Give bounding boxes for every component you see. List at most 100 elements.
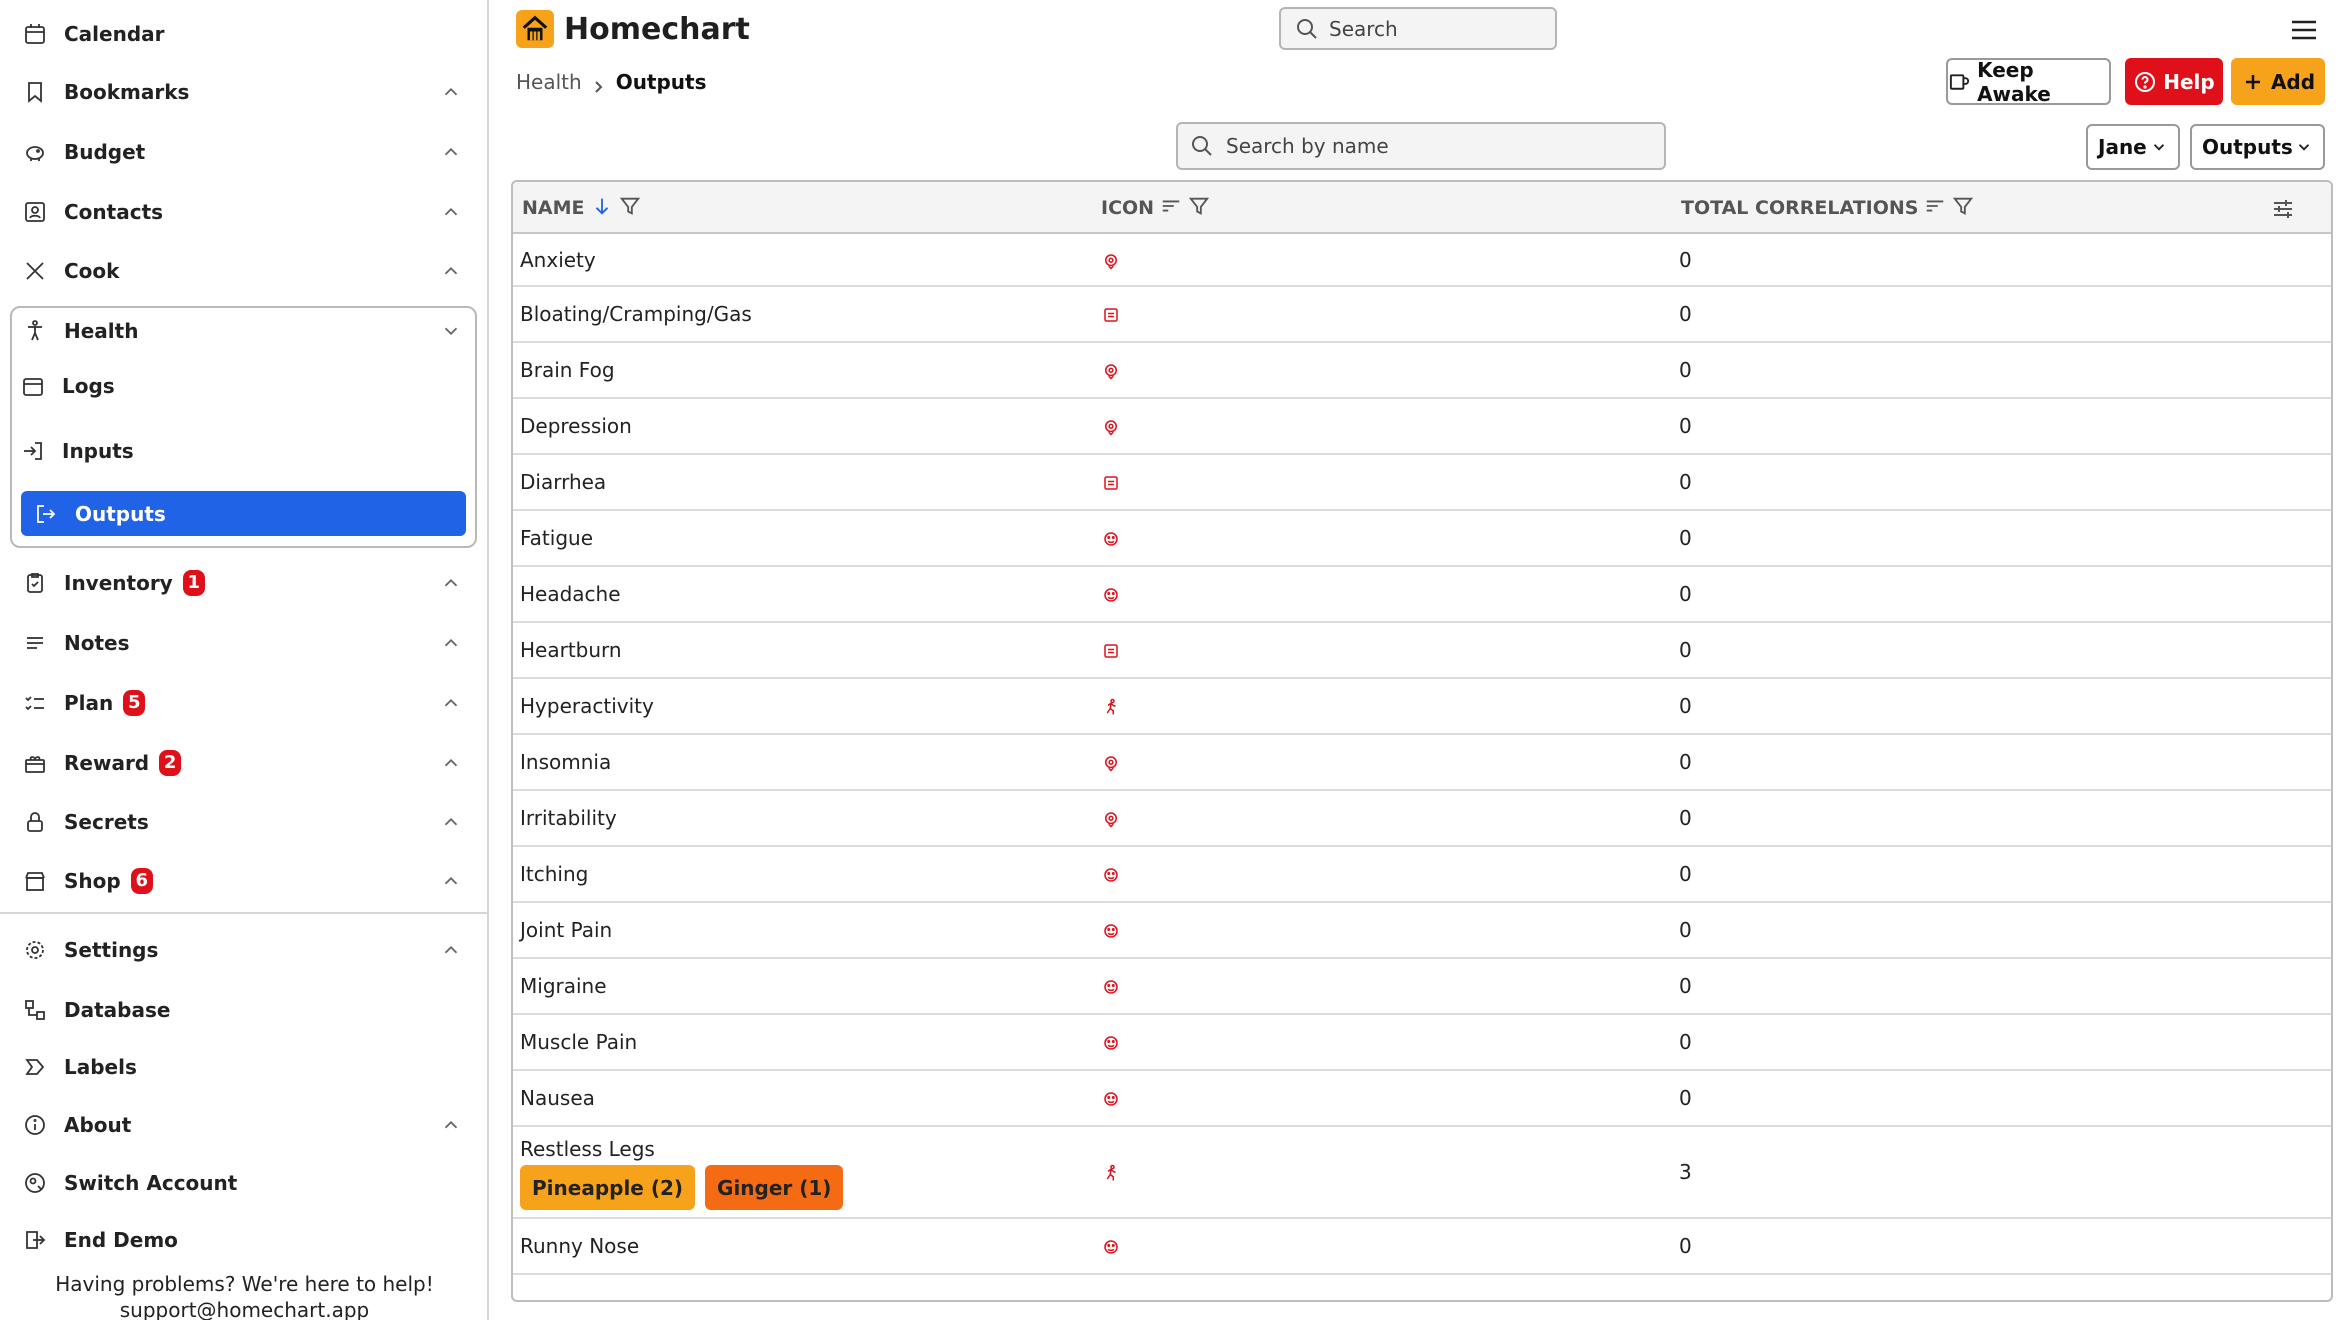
head-icon (1102, 251, 1122, 271)
output-name: Headache (520, 582, 621, 606)
help-button[interactable]: Help (2125, 58, 2223, 105)
notes-icon (22, 630, 48, 656)
sidebar-item-logs[interactable]: Logs (20, 366, 460, 406)
chevron-up-icon[interactable] (440, 939, 462, 961)
filter-icon[interactable] (1182, 195, 1210, 222)
filter-icon[interactable] (1946, 195, 1974, 222)
calendar-icon (22, 21, 48, 47)
chevron-up-icon[interactable] (440, 632, 462, 654)
sidebar-item-labels[interactable]: Labels (22, 1047, 462, 1087)
sidebar-item-health[interactable]: Health (22, 311, 462, 351)
table-row[interactable]: Headache 0 (513, 567, 2331, 623)
chevron-up-icon[interactable] (440, 870, 462, 892)
brand[interactable]: Homechart (516, 10, 750, 48)
sidebar-item-about[interactable]: About (22, 1105, 462, 1145)
table-row[interactable]: Irritability 0 (513, 791, 2331, 847)
filter-icon[interactable] (613, 195, 641, 222)
global-search-input[interactable]: Search (1279, 7, 1557, 50)
sidebar-item-bookmarks[interactable]: Bookmarks (22, 72, 462, 112)
sidebar-item-budget[interactable]: Budget (22, 132, 462, 172)
chevron-up-icon[interactable] (440, 260, 462, 282)
sidebar-item-plan[interactable]: Plan 5 (22, 683, 462, 723)
label-icon (22, 1054, 48, 1080)
table-row[interactable]: Anxiety 0 (513, 234, 2331, 287)
table-row[interactable]: Depression 0 (513, 399, 2331, 455)
output-name: Depression (520, 414, 632, 438)
output-name: Insomnia (520, 750, 612, 774)
table-row[interactable]: Restless Legs 3 Pineapple (2) Ginger (1) (513, 1127, 2331, 1219)
table-row[interactable]: Diarrhea 0 (513, 455, 2331, 511)
table-row[interactable]: Muscle Pain 0 (513, 1015, 2331, 1071)
sidebar-item-database[interactable]: Database (22, 990, 462, 1030)
chevron-up-icon[interactable] (440, 572, 462, 594)
sidebar-item-cook[interactable]: Cook (22, 251, 462, 291)
sidebar-item-reward[interactable]: Reward 2 (22, 743, 462, 783)
table-row[interactable]: Fatigue 0 (513, 511, 2331, 567)
sidebar-item-label: Notes (64, 631, 130, 655)
table-row[interactable]: Runny Nose 0 (513, 1219, 2331, 1275)
add-button[interactable]: Add (2231, 58, 2325, 105)
chevron-up-icon[interactable] (440, 81, 462, 103)
chevron-up-icon[interactable] (440, 141, 462, 163)
person-filter-dropdown[interactable]: Jane (2086, 124, 2180, 170)
column-header-icon[interactable]: ICON (1101, 182, 1210, 234)
breadcrumb-current: Outputs (615, 70, 707, 94)
face-icon (1102, 1033, 1122, 1053)
sidebar-item-shop[interactable]: Shop 6 (22, 861, 462, 901)
chevron-up-icon[interactable] (440, 752, 462, 774)
chevron-up-icon[interactable] (440, 1114, 462, 1136)
sidebar-item-end-demo[interactable]: End Demo (22, 1220, 462, 1260)
lock-icon (22, 809, 48, 835)
table-row[interactable]: Insomnia 0 (513, 735, 2331, 791)
sidebar-item-contacts[interactable]: Contacts (22, 192, 462, 232)
table-row[interactable]: Joint Pain 0 (513, 903, 2331, 959)
output-name: Nausea (520, 1086, 595, 1110)
menu-icon[interactable] (2292, 20, 2316, 40)
table-row[interactable]: Hyperactivity 0 (513, 679, 2331, 735)
sidebar-item-inputs[interactable]: Inputs (20, 431, 460, 471)
sidebar-item-inventory[interactable]: Inventory 1 (22, 563, 462, 603)
piggy-bank-icon (22, 139, 48, 165)
table-row[interactable]: Nausea 0 (513, 1071, 2331, 1127)
chevron-down-icon (2153, 144, 2165, 151)
column-header-total-correlations[interactable]: TOTAL CORRELATIONS (1681, 182, 1974, 234)
column-settings-icon[interactable] (2271, 197, 2295, 221)
table-row[interactable]: Migraine 0 (513, 959, 2331, 1015)
sidebar-item-calendar[interactable]: Calendar (22, 14, 462, 54)
correlation-tag[interactable]: Pineapple (2) (520, 1165, 696, 1210)
table-row[interactable]: Itching 0 (513, 847, 2331, 903)
chevron-up-icon[interactable] (440, 811, 462, 833)
sidebar-item-outputs[interactable]: Outputs (21, 491, 466, 536)
chevron-down-icon[interactable] (440, 320, 462, 342)
sort-descending-arrow-icon[interactable] (585, 195, 613, 222)
sidebar-item-label: Plan (64, 691, 114, 715)
chevron-up-icon[interactable] (440, 692, 462, 714)
correlation-tag[interactable]: Ginger (1) (705, 1165, 844, 1210)
plus-icon (2245, 74, 2260, 89)
sort-icon[interactable] (1154, 195, 1182, 222)
column-icon-label: ICON (1101, 197, 1155, 219)
output-name: Anxiety (520, 248, 596, 272)
table-row[interactable]: Brain Fog 0 (513, 343, 2331, 399)
keep-awake-button[interactable]: Keep Awake (1946, 57, 2111, 106)
chevron-down-icon (2298, 144, 2310, 151)
support-email[interactable]: support@homechart.app (0, 1298, 489, 1320)
chevron-up-icon[interactable] (440, 201, 462, 223)
table-row[interactable]: Bloating/Cramping/Gas 0 (513, 287, 2331, 343)
table-row[interactable]: Heartburn 0 (513, 623, 2331, 679)
sidebar-item-label: Reward (64, 751, 150, 775)
sort-icon[interactable] (1918, 195, 1946, 222)
output-name: Bloating/Cramping/Gas (520, 302, 752, 326)
keep-awake-label: Keep Awake (1977, 57, 2051, 106)
view-filter-dropdown[interactable]: Outputs (2190, 124, 2325, 170)
breadcrumb-parent[interactable]: Health (516, 70, 582, 94)
info-icon (22, 1112, 48, 1138)
stomach-icon (1102, 305, 1122, 325)
search-by-name-input[interactable]: Search by name (1176, 122, 1666, 170)
sidebar-item-notes[interactable]: Notes (22, 623, 462, 663)
sidebar-item-secrets[interactable]: Secrets (22, 802, 462, 842)
sidebar-item-settings[interactable]: Settings (22, 930, 462, 970)
sidebar-item-switch-account[interactable]: Switch Account (22, 1163, 462, 1203)
inventory-badge: 1 (182, 570, 205, 596)
column-header-name[interactable]: NAME (522, 182, 641, 234)
